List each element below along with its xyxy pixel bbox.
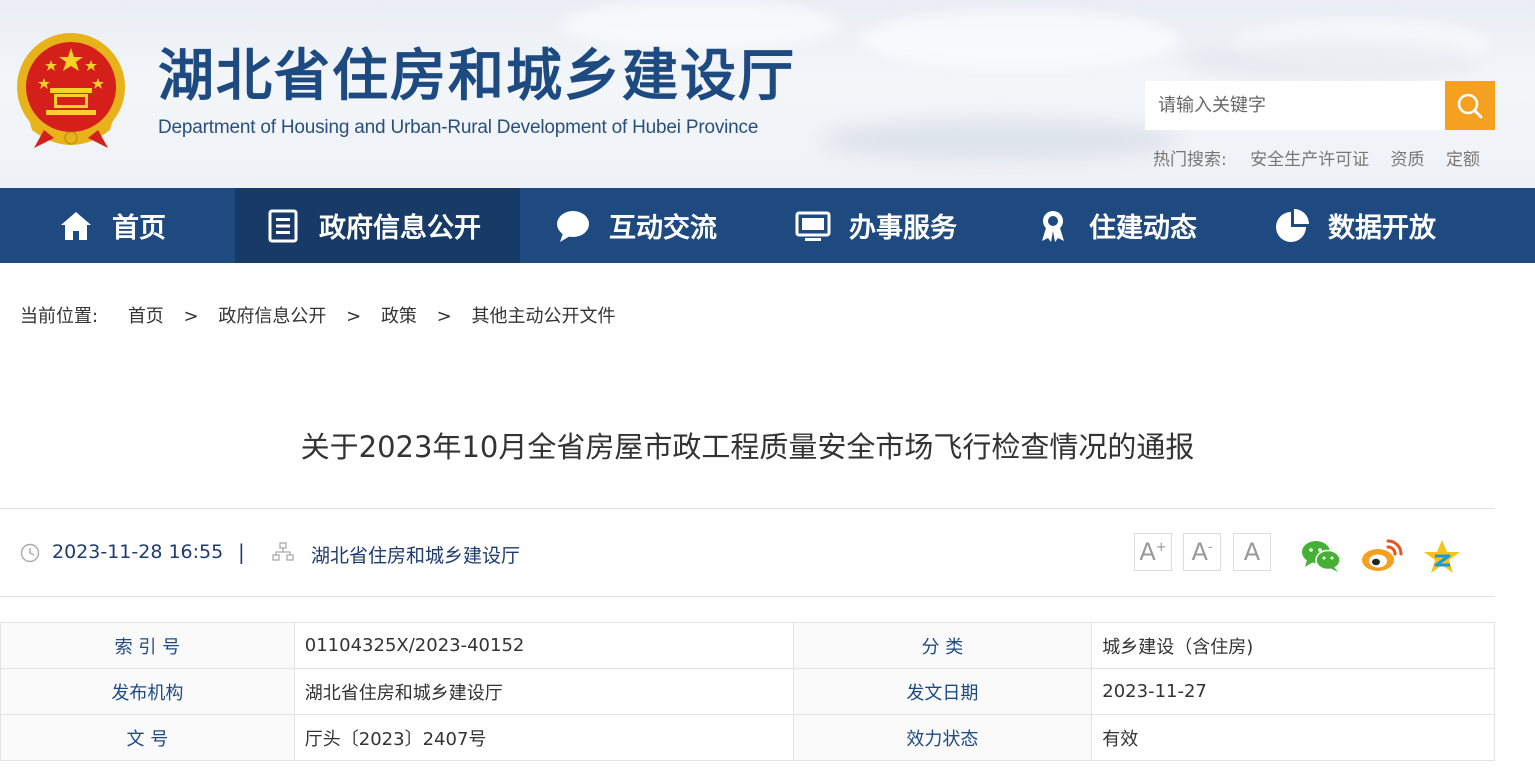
article-meta-bar: 2023-11-28 16:55 | 湖北省住房和城乡建设厅 A + A- A (0, 508, 1495, 597)
nav-item-label: 首页 (112, 213, 166, 244)
meta-divider: | (238, 540, 245, 564)
font-decrease-label: A (1191, 538, 1208, 566)
info-key-issue-date: 发文日期 (792, 668, 1093, 715)
info-key-index: 索 引 号 (0, 622, 295, 669)
search-icon (1457, 93, 1483, 118)
nav-item-label: 互动交流 (609, 213, 717, 244)
font-reset-button[interactable]: A (1233, 533, 1271, 571)
document-list-icon (265, 208, 301, 244)
breadcrumb-link-home[interactable]: 首页 (128, 306, 164, 327)
hot-search-term[interactable]: 安全生产许可证 (1250, 150, 1369, 170)
nav-item-home[interactable]: 首页 (58, 188, 166, 263)
info-key-doc-number: 文 号 (0, 714, 295, 761)
nav-item-gov-info[interactable]: 政府信息公开 (235, 188, 520, 263)
document-info-table: 索 引 号 01104325X/2023-40152 分 类 城乡建设（含住房)… (0, 622, 1495, 761)
nav-item-label: 政府信息公开 (319, 213, 481, 244)
breadcrumb-link-gov-info[interactable]: 政府信息公开 (218, 306, 326, 327)
header-mist (1180, 40, 1480, 80)
hot-search: 热门搜索: 安全生产许可证 资质 定额 (1153, 145, 1496, 170)
site-title: 湖北省住房和城乡建设厅 (158, 43, 796, 109)
info-value-doc-number: 厅头〔2023〕2407号 (293, 714, 794, 761)
publish-datetime: 2023-11-28 16:55 (52, 541, 224, 563)
font-reset-label: A (1243, 538, 1261, 566)
monitor-icon (795, 208, 831, 244)
info-value-index: 01104325X/2023-40152 (293, 622, 794, 669)
site-header: 湖北省住房和城乡建设厅 Department of Housing and Ur… (0, 0, 1535, 188)
breadcrumb-separator: > (346, 306, 362, 327)
main-nav: 首页 政府信息公开 互动交流 办事服务 住建动态 数据开放 (0, 188, 1535, 263)
nav-item-services[interactable]: 办事服务 (795, 188, 957, 263)
info-value-issue-date: 2023-11-27 (1091, 668, 1495, 715)
breadcrumb-link-policy[interactable]: 政策 (381, 306, 417, 327)
nav-item-label: 数据开放 (1328, 213, 1436, 244)
nav-item-label: 住建动态 (1089, 213, 1197, 244)
qzone-icon[interactable] (1423, 539, 1461, 575)
info-key-publisher: 发布机构 (0, 668, 295, 715)
chat-bubble-icon (555, 208, 591, 244)
breadcrumb-label: 当前位置: (20, 306, 99, 327)
info-value-publisher: 湖北省住房和城乡建设厅 (293, 668, 794, 715)
hot-search-label: 热门搜索: (1153, 150, 1227, 170)
info-value-status: 有效 (1091, 714, 1495, 761)
info-key-status: 效力状态 (792, 714, 1093, 761)
header-mist (820, 120, 1180, 160)
wechat-icon[interactable] (1301, 539, 1341, 573)
pie-chart-icon (1274, 208, 1310, 244)
nav-item-label: 办事服务 (849, 213, 957, 244)
breadcrumb-separator: > (436, 306, 452, 327)
national-emblem-icon (17, 33, 125, 148)
search-input[interactable] (1145, 81, 1445, 130)
nav-item-interaction[interactable]: 互动交流 (555, 188, 717, 263)
breadcrumb-separator: > (183, 306, 199, 327)
clock-icon (20, 543, 40, 563)
site-subtitle: Department of Housing and Urban-Rural De… (158, 117, 759, 138)
article-source: 湖北省住房和城乡建设厅 (311, 545, 521, 567)
breadcrumb-link-other-files[interactable]: 其他主动公开文件 (472, 306, 616, 327)
article-title: 关于2023年10月全省房屋市政工程质量安全市场飞行检查情况的通报 (300, 430, 1195, 464)
info-value-category: 城乡建设（含住房) (1091, 622, 1495, 669)
font-increase-button[interactable]: A + (1134, 533, 1172, 571)
table-row: 索 引 号 01104325X/2023-40152 分 类 城乡建设（含住房) (0, 622, 1495, 669)
hot-search-term[interactable]: 资质 (1391, 150, 1425, 170)
nav-item-news[interactable]: 住建动态 (1035, 188, 1197, 263)
font-increase-label: A (1139, 538, 1156, 566)
table-row: 发布机构 湖北省住房和城乡建设厅 发文日期 2023-11-27 (0, 668, 1495, 715)
breadcrumb: 当前位置: 首页 > 政府信息公开 > 政策 > 其他主动公开文件 (20, 302, 616, 328)
info-key-category: 分 类 (792, 622, 1093, 669)
organization-icon (272, 542, 294, 561)
nav-item-open-data[interactable]: 数据开放 (1274, 188, 1436, 263)
home-icon (58, 208, 94, 244)
font-decrease-button[interactable]: A- (1183, 533, 1221, 571)
award-badge-icon (1035, 208, 1071, 244)
hot-search-term[interactable]: 定额 (1446, 150, 1480, 170)
weibo-icon[interactable] (1360, 539, 1404, 573)
header-cloud (860, 10, 1180, 70)
search-button[interactable] (1445, 81, 1495, 130)
table-row: 文 号 厅头〔2023〕2407号 效力状态 有效 (0, 714, 1495, 761)
